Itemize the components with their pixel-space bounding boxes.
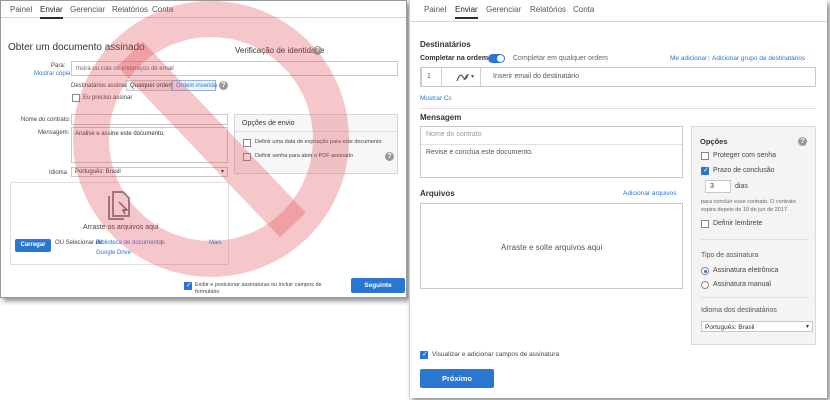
tab-relatorios[interactable]: Relatórios bbox=[112, 5, 148, 14]
identity-verification-label: Verificação de identidade bbox=[235, 46, 325, 55]
preview-fields-label: Exibir e posicionar assinaturas ou inclu… bbox=[195, 282, 322, 295]
signer-pen-icon[interactable] bbox=[455, 71, 469, 83]
message-input[interactable]: Revise e conclua este documento. bbox=[426, 149, 533, 156]
document-library-link[interactable]: Biblioteca de documentos bbox=[96, 240, 165, 246]
entered-order-option[interactable]: Ordem inserida bbox=[172, 80, 217, 91]
manual-signature-label: Assinatura manual bbox=[713, 281, 771, 288]
add-files-link[interactable]: Adicionar arquivos bbox=[623, 190, 676, 197]
i-need-sign-checkbox[interactable] bbox=[72, 94, 80, 102]
language-select[interactable]: Português: Brasil ▾ bbox=[71, 167, 228, 177]
help-icon[interactable]: ? bbox=[385, 152, 394, 161]
any-order-option[interactable]: Qualquer ordem bbox=[126, 80, 173, 91]
expiration-label: Definir uma data de expiração para este … bbox=[255, 139, 382, 145]
show-copy-link[interactable]: Mostrar cópia bbox=[34, 71, 70, 77]
tab-painel[interactable]: Painel bbox=[10, 5, 32, 14]
send-options-title: Opções de envio bbox=[242, 120, 295, 127]
recipient-language-select[interactable]: Português: Brasil ▾ bbox=[701, 321, 813, 332]
recipients-title: Destinatários bbox=[420, 40, 471, 49]
tab-painel[interactable]: Painel bbox=[424, 5, 446, 14]
set-reminder-label: Definir lembrete bbox=[713, 220, 763, 227]
add-group-link[interactable]: Adicionar grupo de destinatários bbox=[712, 55, 805, 62]
recipients-sign-label: Destinatários assinam bbox=[71, 83, 131, 89]
preview-fields-checkbox[interactable] bbox=[184, 281, 192, 290]
old-send-screen: Painel Enviar Gerenciar Relatórios Conta… bbox=[0, 0, 407, 298]
manual-signature-radio[interactable] bbox=[701, 281, 709, 289]
days-input[interactable]: 3 bbox=[705, 180, 731, 193]
options-title: Opções bbox=[700, 137, 728, 146]
message-input[interactable]: Analise e assine este documento. bbox=[71, 127, 228, 163]
drop-files-text: Arraste os arquivos aqui bbox=[83, 224, 159, 231]
electronic-signature-radio[interactable] bbox=[701, 267, 709, 275]
add-me-link[interactable]: Me adicionar bbox=[670, 55, 707, 62]
days-label: dias bbox=[735, 183, 748, 190]
recipient-language-title: Idioma dos destinatários bbox=[701, 307, 777, 314]
chevron-down-icon: ▾ bbox=[220, 169, 224, 175]
complete-any-order-label: Completar em qualquer ordem bbox=[513, 55, 608, 62]
expiration-checkbox[interactable] bbox=[243, 139, 251, 147]
next-button[interactable]: Próximo bbox=[420, 369, 494, 388]
more-link[interactable]: Mais bbox=[209, 240, 222, 246]
file-drop-area[interactable]: Arraste e solte arquivos aqui bbox=[420, 203, 683, 289]
tab-gerenciar[interactable]: Gerenciar bbox=[486, 5, 521, 14]
options-panel: Opções ? Proteger com senha Prazo de con… bbox=[691, 126, 816, 345]
pdf-password-label: Definir senha para abrir o PDF assinado bbox=[255, 153, 354, 159]
i-need-sign-label: Eu preciso assinar bbox=[83, 95, 133, 101]
recipient-number: 1 bbox=[427, 73, 431, 80]
complete-in-order-label: Completar na ordem bbox=[420, 55, 489, 62]
drop-files-text: Arraste e solte arquivos aqui bbox=[501, 243, 603, 252]
chevron-down-icon[interactable]: ▾ bbox=[471, 73, 474, 80]
new-top-nav: Painel Enviar Gerenciar Relatórios Conta bbox=[410, 0, 827, 22]
tab-conta[interactable]: Conta bbox=[152, 5, 173, 14]
help-icon[interactable]: ? bbox=[219, 81, 228, 90]
page-title: Obter um documento assinado bbox=[8, 42, 145, 53]
send-options-panel: Opções de envio Definir uma data de expi… bbox=[234, 114, 399, 174]
preview-fields-label: Visualizar e adicionar campos de assinat… bbox=[432, 351, 560, 358]
file-drop-area[interactable]: Arraste os arquivos aqui Carregar OU Sel… bbox=[10, 182, 229, 265]
recipient-email-input[interactable]: Inserir email do destinatário bbox=[493, 73, 579, 80]
set-reminder-checkbox[interactable] bbox=[701, 220, 709, 228]
language-label: Idioma bbox=[49, 170, 68, 176]
files-title: Arquivos bbox=[420, 189, 455, 198]
old-top-nav: Painel Enviar Gerenciar Relatórios Conta bbox=[1, 1, 406, 19]
message-title: Mensagem bbox=[420, 113, 462, 122]
tab-enviar[interactable]: Enviar bbox=[40, 5, 63, 19]
completion-deadline-label: Prazo de conclusão bbox=[713, 167, 775, 174]
message-box: Nome do contrato Revise e conclua este d… bbox=[420, 126, 683, 178]
show-cc-link[interactable]: Mostrar Cc bbox=[420, 95, 452, 102]
new-send-screen: Painel Enviar Gerenciar Relatórios Conta… bbox=[409, 0, 827, 398]
pdf-password-checkbox[interactable] bbox=[243, 153, 251, 161]
protect-password-label: Proteger com senha bbox=[713, 152, 777, 159]
recipient-row: 1 ▾ Inserir email do destinatário bbox=[420, 67, 816, 87]
contract-name-label: Nome do contrato: bbox=[21, 117, 71, 123]
help-icon[interactable]: ? bbox=[313, 46, 322, 55]
to-input[interactable]: Insira ou cole os endereços de email bbox=[71, 61, 398, 76]
tab-relatorios[interactable]: Relatórios bbox=[530, 5, 566, 14]
message-label: Mensagem: bbox=[38, 130, 70, 136]
contract-name-input[interactable]: Nome do contrato bbox=[426, 131, 482, 138]
protect-password-checkbox[interactable] bbox=[701, 152, 709, 160]
contract-name-input[interactable] bbox=[71, 114, 228, 125]
deadline-note: expira depois de 10 de jun de 2017. bbox=[701, 207, 789, 213]
chevron-down-icon: ▾ bbox=[805, 324, 809, 330]
tab-gerenciar[interactable]: Gerenciar bbox=[70, 5, 105, 14]
tab-enviar[interactable]: Enviar bbox=[455, 5, 478, 19]
signature-type-title: Tipo de assinatura bbox=[701, 252, 759, 259]
deadline-note: para concluir esse contrato. O contrato bbox=[701, 199, 796, 205]
next-button[interactable]: Seguinte bbox=[351, 278, 405, 293]
preview-fields-checkbox[interactable] bbox=[420, 350, 428, 359]
order-toggle[interactable] bbox=[488, 54, 505, 63]
completion-deadline-checkbox[interactable] bbox=[701, 166, 709, 175]
document-icon bbox=[108, 191, 130, 220]
electronic-signature-label: Assinatura eletrônica bbox=[713, 267, 779, 274]
tab-conta[interactable]: Conta bbox=[573, 5, 594, 14]
help-icon[interactable]: ? bbox=[798, 137, 807, 146]
upload-button[interactable]: Carregar bbox=[15, 239, 51, 252]
to-label: Para: bbox=[51, 63, 66, 69]
google-drive-link[interactable]: Google Drive bbox=[96, 250, 131, 256]
